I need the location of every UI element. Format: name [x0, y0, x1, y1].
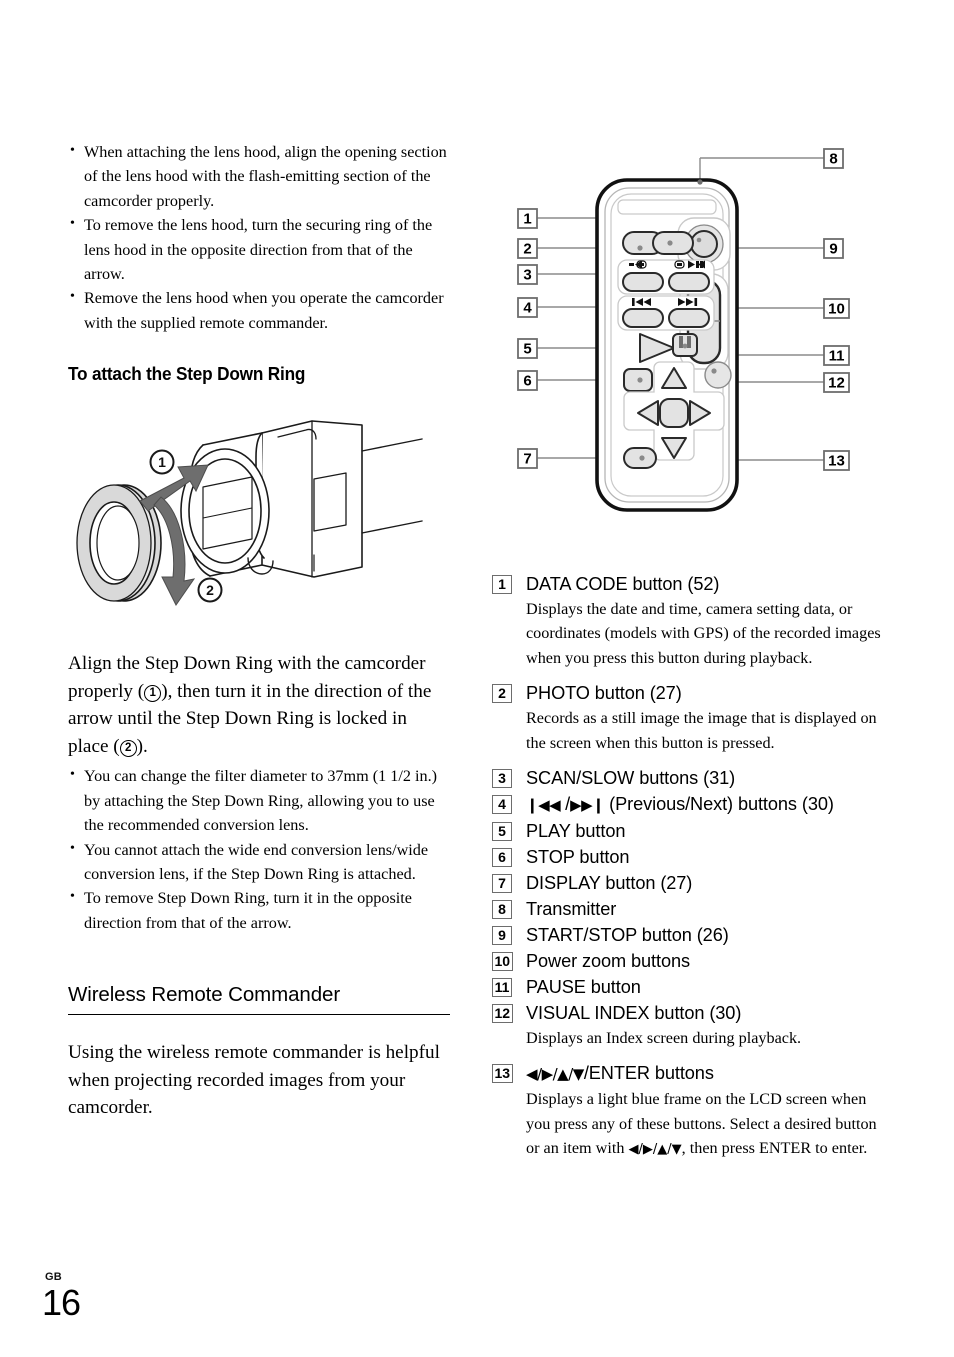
page-footer: GB 16 — [42, 1272, 81, 1323]
legend-title: PHOTO button (27) — [526, 683, 682, 704]
list-item: When attaching the lens hood, align the … — [68, 139, 450, 213]
remote-callout-7: 7 — [523, 451, 531, 468]
remote-callout-3: 3 — [523, 267, 531, 284]
legend-item-5: 5 PLAY button — [492, 820, 884, 843]
legend-title: DATA CODE button (52) — [526, 574, 720, 594]
legend-description: Displays a light blue frame on the LCD s… — [526, 1087, 884, 1162]
legend-title: Power zoom buttons — [526, 951, 690, 972]
legend-desc-part-b: , then press ENTER to enter. — [681, 1139, 868, 1158]
legend-number-box: 2 — [492, 684, 512, 704]
dpad-arrows-icon: ◀/▶/▲/▼ — [526, 1065, 584, 1084]
legend-number-box: 6 — [492, 848, 512, 868]
step-down-ring-instructions: Align the Step Down Ring with the camcor… — [68, 650, 450, 760]
legend-item-4: 4 ❙◀◀ /▶▶❙ (Previous/Next) buttons (30) — [492, 793, 884, 817]
legend-item-3: 3 SCAN/SLOW buttons (31) — [492, 767, 884, 790]
inline-circle-number-1: 1 — [144, 684, 162, 702]
previous-icon: ❙ — [526, 796, 539, 815]
legend-number-box: 13 — [492, 1064, 513, 1084]
legend-item-7: 7 DISPLAY button (27) — [492, 872, 884, 895]
legend-number-box: 3 — [492, 769, 512, 789]
remote-button-legend: 1 DATA CODE button (52) Displays the dat… — [492, 573, 884, 1166]
lens-callout-1: 1 — [158, 454, 166, 470]
legend-title: DISPLAY button (27) — [526, 873, 693, 894]
remote-callout-13: 13 — [828, 453, 845, 470]
previous-arrows-icon: ◀◀ — [538, 796, 561, 815]
page-number: 16 — [42, 1282, 81, 1323]
lens-diagram-svg: 1 2 — [76, 420, 423, 606]
instr-part-c: ). — [136, 735, 148, 757]
legend-title: PAUSE button — [526, 977, 641, 998]
legend-item-9: 9 START/STOP button (26) — [492, 924, 884, 947]
legend-title: PLAY button — [526, 821, 626, 842]
legend-item-13: 13 ◀/▶/▲/▼/ENTER buttons Displays a ligh… — [492, 1062, 884, 1162]
legend-number-box: 8 — [492, 900, 512, 920]
list-item: You can change the filter diameter to 37… — [68, 763, 450, 837]
wireless-remote-intro-paragraph: Using the wireless remote commander is h… — [68, 1042, 440, 1119]
legend-number-box: 10 — [492, 952, 513, 972]
legend-number-box: 4 — [492, 795, 512, 815]
section-heading-wireless-remote-commander: Wireless Remote Commander — [68, 983, 450, 1016]
legend-number-box: 5 — [492, 822, 512, 842]
remote-callout-9: 9 — [829, 241, 837, 258]
remote-callout-4: 4 — [523, 300, 532, 317]
next-icon: ❙ — [592, 796, 605, 815]
legend-number-box: 11 — [492, 978, 512, 998]
legend-description: Displays an Index screen during playback… — [526, 1029, 802, 1048]
list-item: Remove the lens hood when you operate th… — [68, 285, 450, 335]
remote-callout-2: 2 — [523, 241, 531, 258]
legend-item-10: 10 Power zoom buttons — [492, 950, 884, 973]
remote-callout-10: 10 — [828, 301, 845, 318]
remote-callout-5: 5 — [523, 341, 531, 358]
legend-item-12: 12 VISUAL INDEX button (30) Displays an … — [492, 1002, 884, 1050]
legend-title-text: /ENTER buttons — [583, 1063, 714, 1084]
step-down-ring-notes-list: You can change the filter diameter to 37… — [68, 763, 450, 935]
legend-title: ◀/▶/▲/▼/ENTER buttons — [526, 1062, 884, 1086]
legend-number-box: 7 — [492, 874, 512, 894]
legend-title: VISUAL INDEX button (30) — [526, 1003, 742, 1024]
step-down-ring-illustration: 1 2 — [62, 415, 452, 630]
remote-commander-illustration: 1 2 3 4 5 6 7 8 9 10 11 12 13 — [492, 140, 892, 540]
legend-title: START/STOP button (26) — [526, 925, 729, 946]
legend-description: Records as a still image the image that … — [526, 709, 877, 752]
legend-number-box: 9 — [492, 926, 512, 946]
remote-diagram-svg: 1 2 3 4 5 6 7 8 9 10 11 12 13 — [517, 148, 850, 512]
legend-item-1: 1 DATA CODE button (52) Displays the dat… — [492, 573, 884, 670]
dpad-enter — [659, 398, 689, 428]
list-item: To remove the lens hood, turn the securi… — [68, 212, 450, 286]
left-column: When attaching the lens hood, align the … — [68, 139, 450, 385]
legend-title: SCAN/SLOW buttons (31) — [526, 768, 736, 789]
legend-title: STOP button — [526, 847, 630, 868]
legend-number-box: 12 — [492, 1004, 513, 1024]
legend-description: Displays the date and time, camera setti… — [526, 600, 881, 667]
legend-title: ❙◀◀ /▶▶❙ (Previous/Next) buttons (30) — [526, 793, 884, 817]
dpad-arrows-icon-inline: ◀/▶/▲/▼ — [628, 1142, 682, 1158]
lens-callout-2: 2 — [206, 582, 214, 598]
list-item: You cannot attach the wide end conversio… — [68, 837, 450, 887]
legend-item-2: 2 PHOTO button (27) Records as a still i… — [492, 682, 884, 755]
legend-item-11: 11 PAUSE button — [492, 976, 884, 999]
transmitter-led — [697, 179, 703, 185]
section-heading-step-down-ring: To attach the Step Down Ring — [68, 363, 306, 385]
legend-item-8: 8 Transmitter — [492, 898, 884, 921]
inline-circle-number-2: 2 — [119, 739, 137, 757]
legend-number-box: 1 — [492, 575, 512, 594]
list-item: To remove Step Down Ring, turn it in the… — [68, 885, 450, 935]
remote-callout-1: 1 — [523, 211, 531, 228]
next-arrows-icon: ▶▶ — [570, 796, 593, 815]
lens-hood-notes-list: When attaching the lens hood, align the … — [68, 139, 450, 335]
legend-title: Transmitter — [526, 899, 617, 920]
manual-page: When attaching the lens hood, align the … — [0, 0, 954, 1357]
left-column-lower: Align the Step Down Ring with the camcor… — [68, 650, 450, 1122]
legend-separator: / — [560, 794, 571, 815]
remote-callout-12: 12 — [828, 375, 845, 392]
remote-callout-11: 11 — [829, 348, 845, 365]
remote-callout-6: 6 — [523, 373, 531, 390]
remote-callout-8: 8 — [829, 151, 837, 168]
legend-title-text: (Previous/Next) buttons (30) — [609, 794, 834, 815]
legend-item-6: 6 STOP button — [492, 846, 884, 869]
